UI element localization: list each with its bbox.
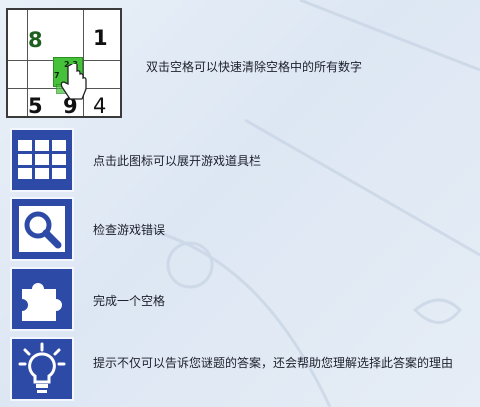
row-label: 完成一个空格 [93, 294, 166, 308]
row-label: 双击空格可以快速清除空格中的所有数字 [146, 60, 363, 74]
hint-button[interactable] [10, 337, 74, 401]
sudoku-number: 4 [93, 94, 107, 118]
lightbulb-icon [18, 342, 66, 393]
row-label: 检查游戏错误 [93, 223, 166, 237]
pencil-notes: 7 [54, 71, 60, 80]
row-label: 点击此图标可以展开游戏道具栏 [93, 154, 262, 168]
sudoku-preview-icon: 8 1 5 9 4 2 3 7 [6, 8, 122, 118]
fill-cell-button[interactable] [10, 267, 74, 331]
sudoku-number: 1 [93, 26, 108, 50]
grid-icon [18, 140, 66, 179]
row-label: 提示不仅可以告诉您谜题的答案，还会帮助您理解选择此答案的理由 [93, 354, 453, 373]
hint-description: 提示不仅可以告诉您谜题的答案，还会帮助您理解选择此答案的理由 [93, 356, 454, 370]
hand-pointer-icon [60, 64, 87, 100]
sudoku-number: 5 [28, 94, 43, 118]
check-errors-button[interactable] [10, 197, 74, 261]
toolbar-expand-button[interactable] [10, 128, 74, 192]
magnifier-icon [19, 206, 65, 252]
sudoku-number: 8 [28, 28, 43, 52]
puzzle-piece-icon [22, 283, 62, 321]
